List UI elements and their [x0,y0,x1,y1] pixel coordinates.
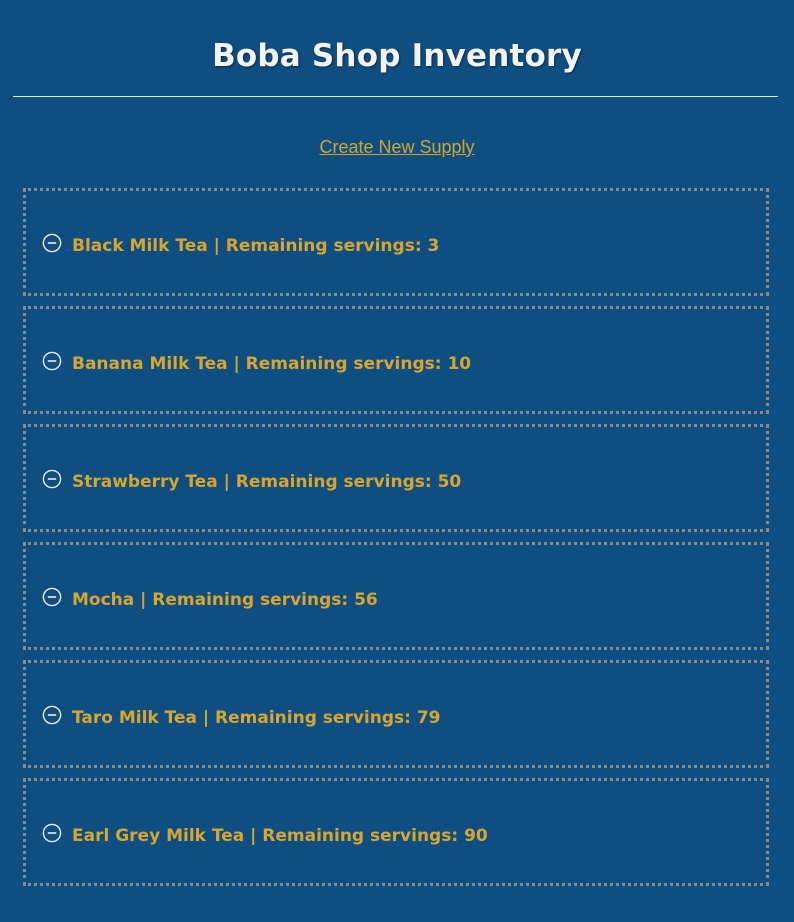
supply-item: Mocha | Remaining servings: 56 [23,542,769,650]
supply-label: Banana Milk Tea | Remaining servings: 10 [72,354,472,374]
minus-circle-icon[interactable] [42,351,62,371]
supply-label: Black Milk Tea | Remaining servings: 3 [72,236,440,256]
supply-label: Taro Milk Tea | Remaining servings: 79 [72,708,441,728]
minus-circle-icon[interactable] [42,705,62,725]
supply-label: Strawberry Tea | Remaining servings: 50 [72,472,462,492]
minus-circle-icon[interactable] [42,469,62,489]
supply-item: Taro Milk Tea | Remaining servings: 79 [23,660,769,768]
page-title: Boba Shop Inventory [212,38,582,74]
supply-item: Banana Milk Tea | Remaining servings: 10 [23,306,769,414]
supply-item: Black Milk Tea | Remaining servings: 3 [23,188,769,296]
minus-circle-icon[interactable] [42,233,62,253]
supply-label: Earl Grey Milk Tea | Remaining servings:… [72,826,488,846]
create-new-supply-link[interactable]: Create New Supply [319,137,474,157]
header-divider [13,96,778,97]
supply-item: Strawberry Tea | Remaining servings: 50 [23,424,769,532]
create-link-container: Create New Supply [0,135,794,159]
supply-label: Mocha | Remaining servings: 56 [72,590,378,610]
supply-item: Earl Grey Milk Tea | Remaining servings:… [23,778,769,886]
minus-circle-icon[interactable] [42,823,62,843]
supply-list: Black Milk Tea | Remaining servings: 3 B… [23,188,769,896]
minus-circle-icon[interactable] [42,587,62,607]
